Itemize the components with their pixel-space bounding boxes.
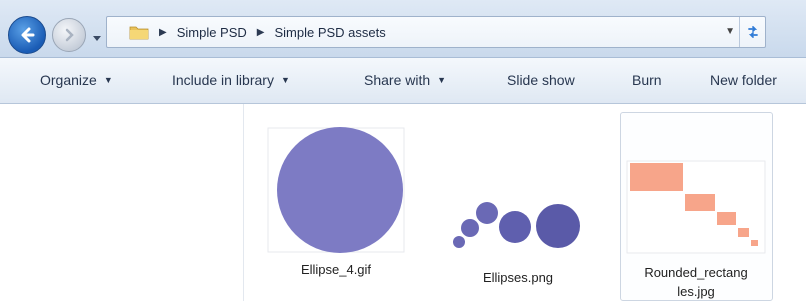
file-thumbnail <box>266 126 406 254</box>
slide-show-button[interactable]: Slide show <box>507 72 575 88</box>
folder-icon <box>129 26 149 40</box>
organize-button[interactable]: Organize ▼ <box>40 72 113 88</box>
command-bar: Organize ▼ Include in library ▼ Share wi… <box>0 58 806 104</box>
chevron-down-icon: ▼ <box>103 75 113 85</box>
ellipse-thumbnail-image <box>267 127 405 253</box>
file-item-rounded-rectangles[interactable]: Rounded_rectang les.jpg <box>626 160 766 301</box>
breadcrumb-separator-icon: ▶ <box>159 26 167 38</box>
forward-arrow-icon <box>65 28 74 42</box>
file-item-ellipses[interactable]: Ellipses.png <box>448 200 588 287</box>
burn-button[interactable]: Burn <box>632 72 662 88</box>
chevron-down-icon: ▼ <box>280 75 290 85</box>
chevron-down-icon: ▼ <box>437 75 447 85</box>
rounded-rectangles-thumbnail-image <box>626 160 766 254</box>
include-in-library-label: Include in library <box>172 72 274 88</box>
address-bar[interactable]: ▶ Simple PSD ▶ Simple PSD assets ▼ <box>106 16 766 48</box>
breadcrumb-simple-psd-assets[interactable]: Simple PSD assets <box>274 25 385 40</box>
recent-pages-dropdown[interactable] <box>92 33 102 43</box>
slide-show-label: Slide show <box>507 72 575 88</box>
address-history-dropdown-icon[interactable]: ▼ <box>725 26 735 37</box>
address-toolbar: ▶ Simple PSD ▶ Simple PSD assets ▼ <box>0 0 806 58</box>
file-thumbnail <box>626 160 766 254</box>
new-folder-label: New folder <box>710 72 777 88</box>
navigation-pane[interactable] <box>0 104 244 301</box>
ellipses-thumbnail-image <box>453 202 580 248</box>
file-name: Ellipse_4.gif <box>300 262 372 277</box>
refresh-button[interactable] <box>739 17 765 47</box>
share-with-button[interactable]: Share with ▼ <box>364 72 446 88</box>
file-name-line-1: Rounded_rectang <box>644 265 748 280</box>
organize-label: Organize <box>40 72 97 88</box>
breadcrumb-simple-psd[interactable]: Simple PSD <box>177 25 247 40</box>
burn-label: Burn <box>632 72 662 88</box>
file-name-line-2: les.jpg <box>677 284 715 299</box>
refresh-icon <box>747 26 758 38</box>
share-with-label: Share with <box>364 72 431 88</box>
explorer-window: ▶ Simple PSD ▶ Simple PSD assets ▼ Organ… <box>0 0 806 301</box>
file-thumbnail <box>448 200 588 254</box>
back-button[interactable] <box>8 16 46 54</box>
file-item-ellipse-4[interactable]: Ellipse_4.gif <box>266 126 406 279</box>
new-folder-button[interactable]: New folder <box>710 72 806 88</box>
content-area: Ellipse_4.gif Ellipses.png Rounded_recta… <box>0 104 806 301</box>
breadcrumb-separator-icon: ▶ <box>256 26 265 38</box>
include-in-library-button[interactable]: Include in library ▼ <box>172 72 290 88</box>
forward-button[interactable] <box>52 18 86 52</box>
file-name: Ellipses.png <box>482 270 554 285</box>
back-arrow-icon <box>21 27 35 43</box>
